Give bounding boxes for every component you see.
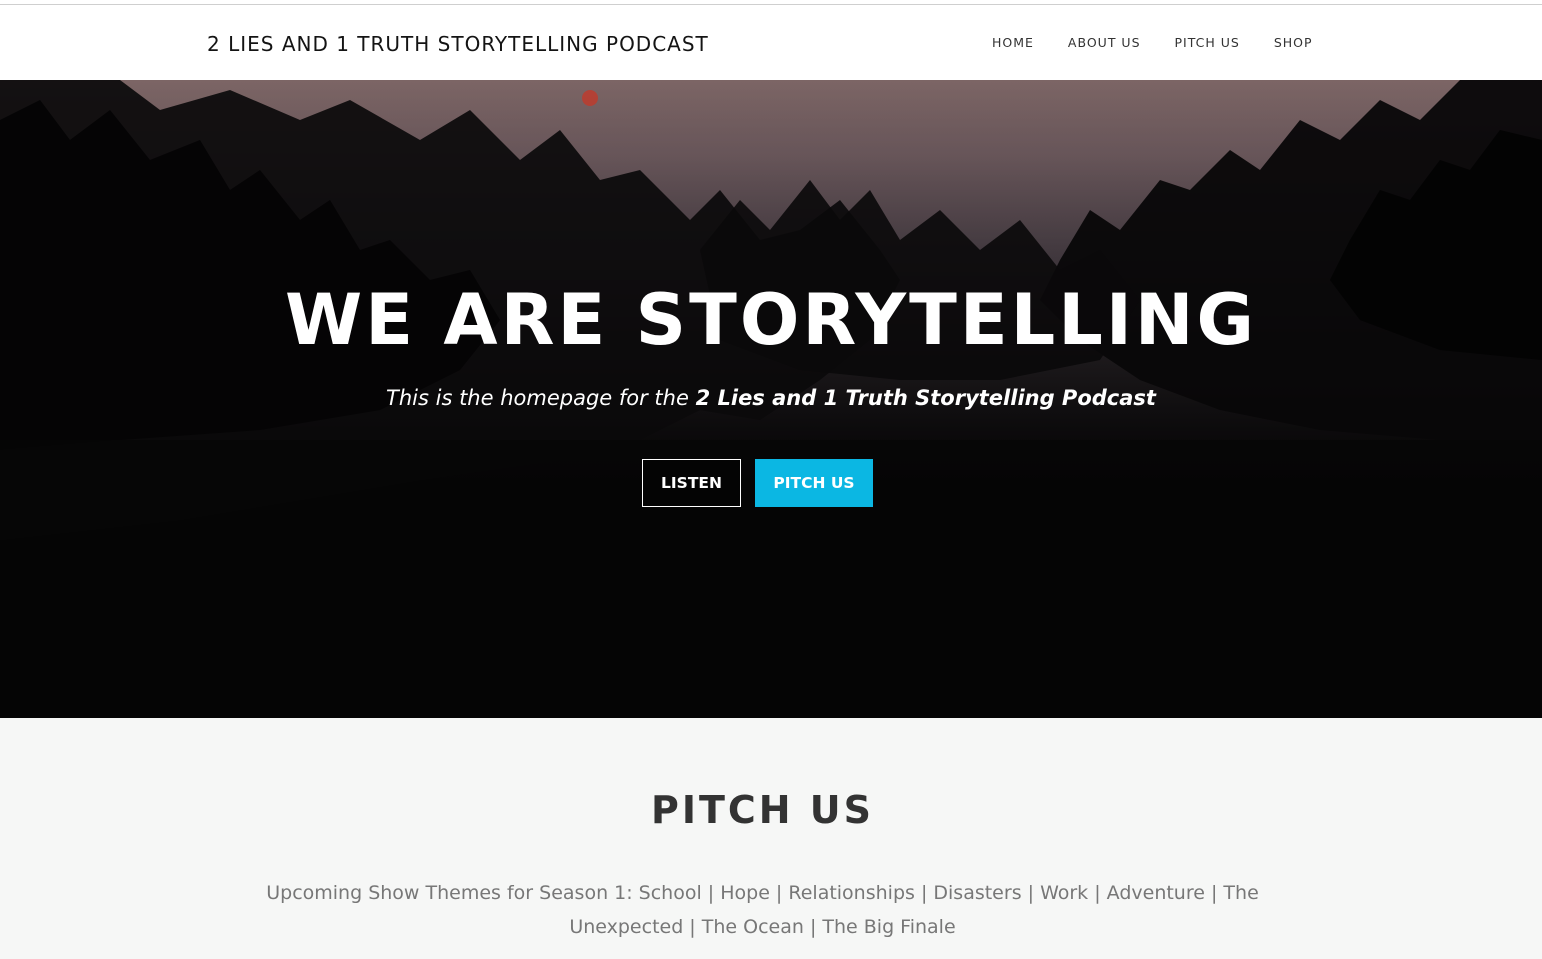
hero-title: WE ARE STORYTELLING	[285, 279, 1257, 361]
hero-subtitle: This is the homepage for the 2 Lies and …	[0, 386, 1542, 410]
hero-buttons: LISTEN PITCH US	[642, 459, 873, 507]
listen-button[interactable]: LISTEN	[642, 459, 741, 507]
site-brand-link[interactable]: 2 LIES AND 1 TRUTH STORYTELLING PODCAST	[207, 32, 709, 56]
nav-about-us[interactable]: ABOUT US	[1068, 35, 1141, 50]
nav-home[interactable]: HOME	[992, 35, 1034, 50]
pitch-us-section: PITCH US Upcoming Show Themes for Season…	[0, 718, 1542, 959]
main-nav: HOME ABOUT US PITCH US SHOP	[992, 35, 1347, 50]
site-header: 2 LIES AND 1 TRUTH STORYTELLING PODCAST …	[0, 5, 1542, 80]
nav-shop[interactable]: SHOP	[1274, 35, 1313, 50]
season-themes-text: Upcoming Show Themes for Season 1: Schoo…	[266, 882, 1259, 938]
hero-subtitle-podcast-name: 2 Lies and 1 Truth Storytelling Podcast	[695, 386, 1156, 410]
nav-pitch-us[interactable]: PITCH US	[1175, 35, 1240, 50]
section-title: PITCH US	[650, 788, 875, 832]
hero-banner: WE ARE STORYTELLING This is the homepage…	[0, 80, 1542, 718]
pitch-us-button[interactable]: PITCH US	[755, 459, 873, 507]
hero-subtitle-prefix: This is the homepage for the	[386, 386, 696, 410]
